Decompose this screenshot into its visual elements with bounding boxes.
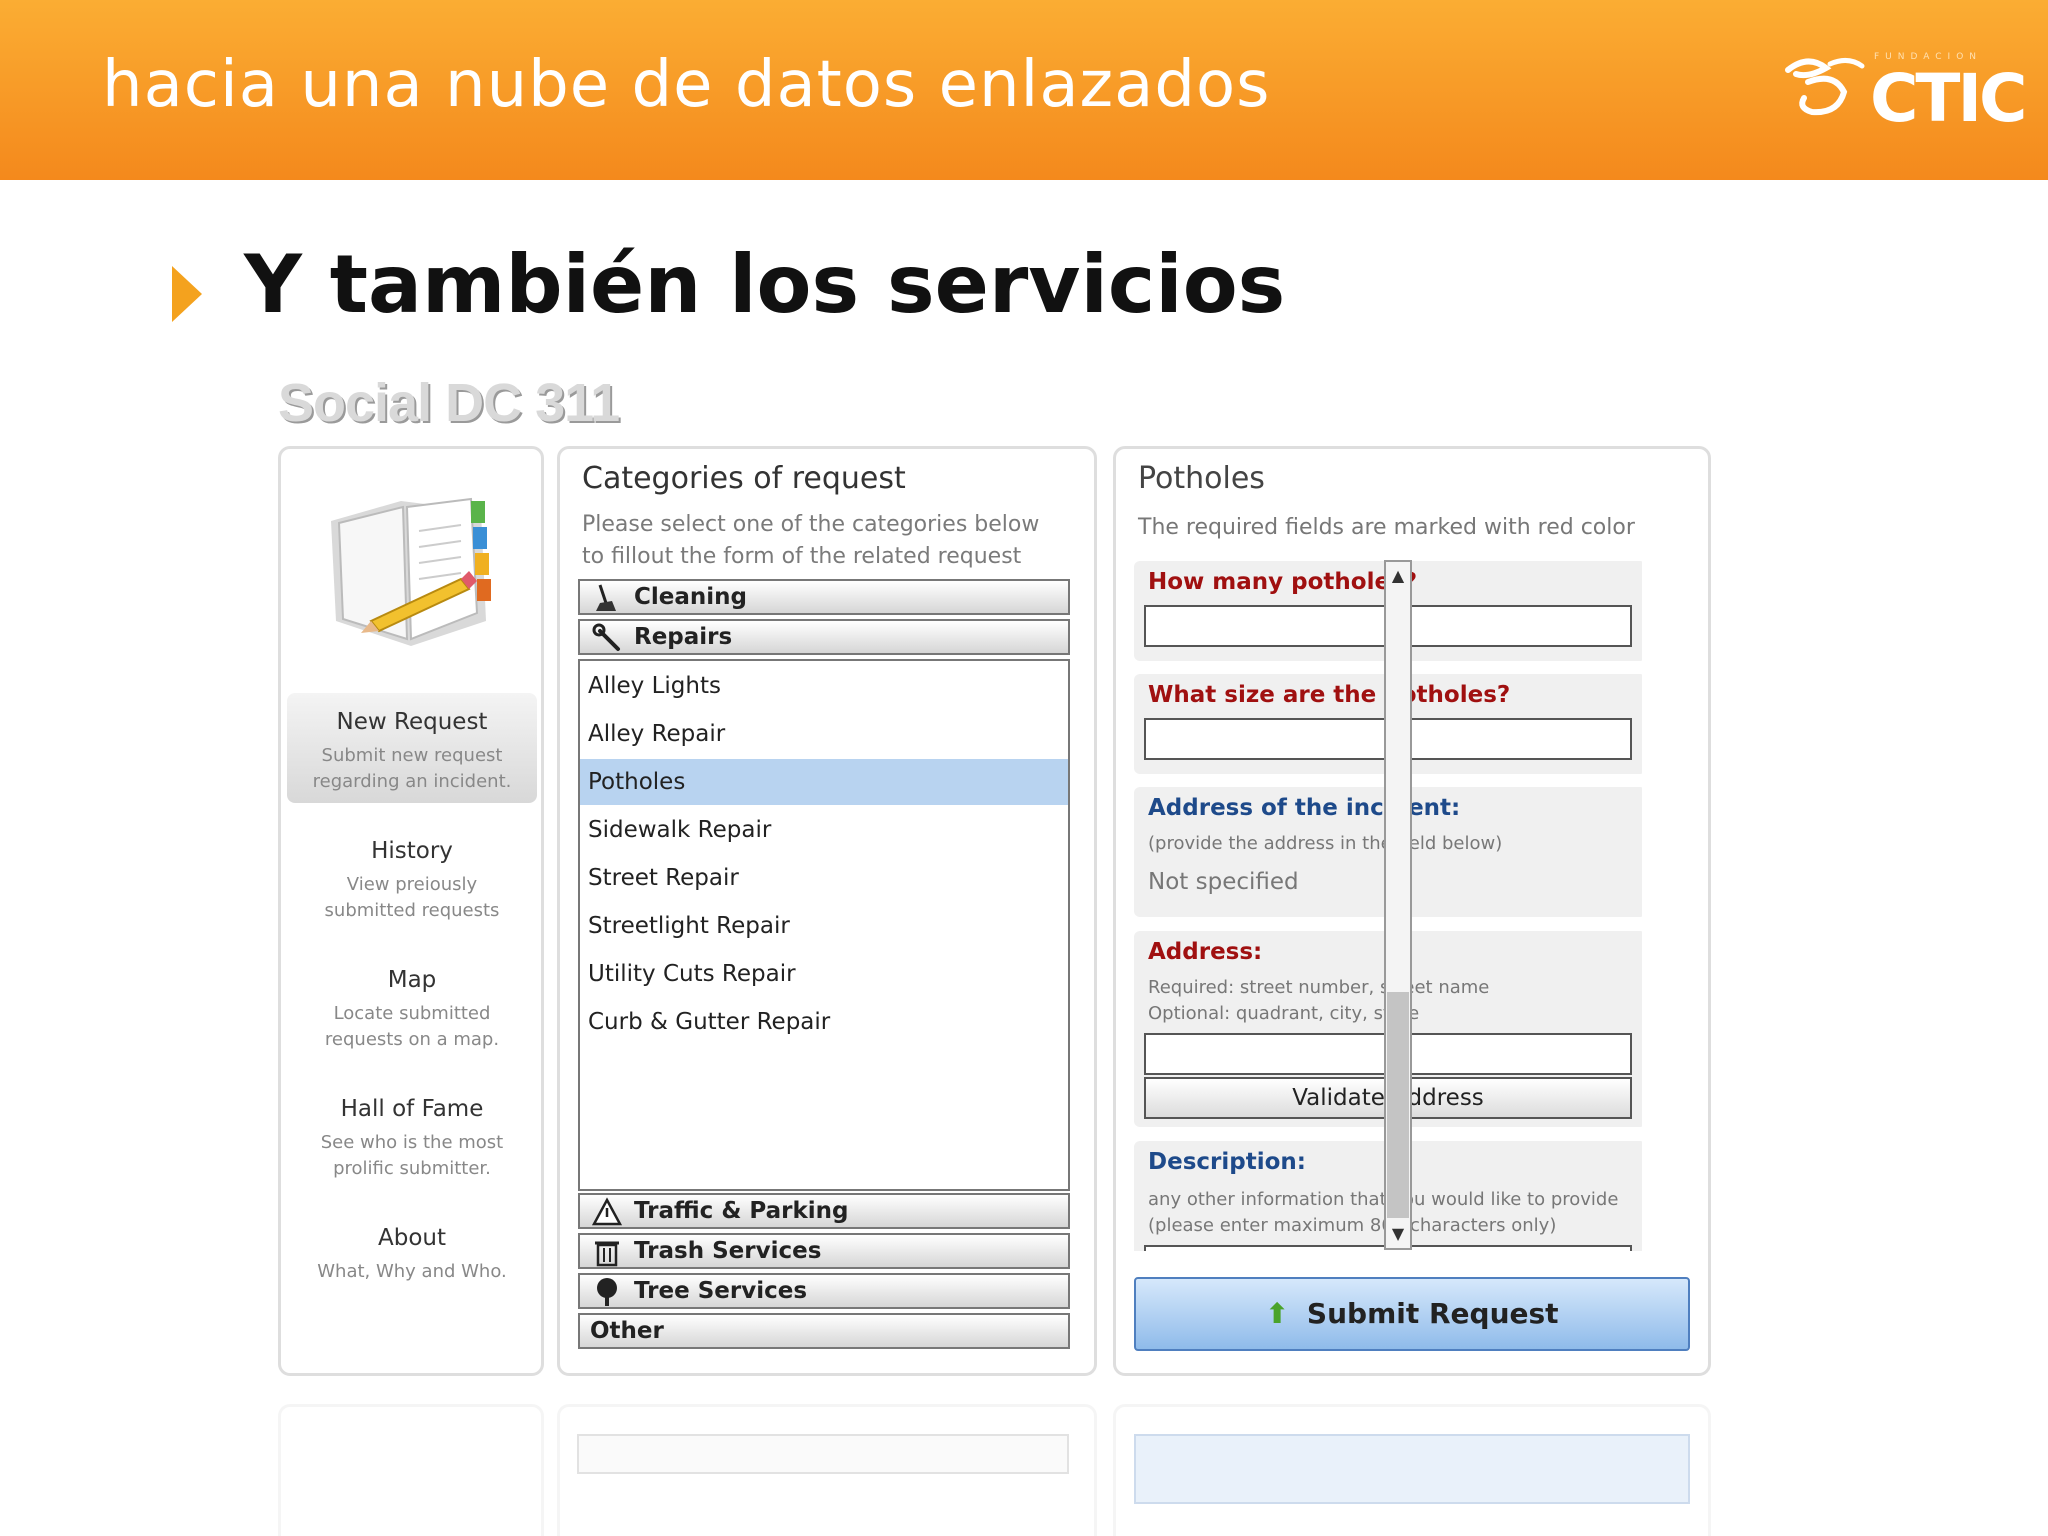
- social-dc-311-app: Social DC 311 New Request Submit new req…: [270, 370, 1720, 1536]
- slide-title: hacia una nube de datos enlazados: [102, 48, 1271, 122]
- field-label: Address of the incident:: [1148, 795, 1461, 821]
- form-title: Potholes: [1138, 461, 1265, 496]
- category-repairs[interactable]: Repairs: [578, 619, 1070, 655]
- nav-item-map[interactable]: Map Locate submitted requests on a map.: [287, 951, 537, 1061]
- field-hint: (provide the address in the field below): [1148, 833, 1503, 854]
- up-arrow-icon: ⬆: [1265, 1297, 1289, 1330]
- title-banner: hacia una nube de datos enlazados FUNDAC…: [0, 0, 2048, 180]
- scroll-up-icon[interactable]: ▲: [1386, 562, 1410, 590]
- category-trash-services[interactable]: Trash Services: [578, 1233, 1070, 1269]
- category-other[interactable]: Other: [578, 1313, 1070, 1349]
- categories-panel: Categories of request Please select one …: [557, 446, 1097, 1376]
- nav-item-desc: Submit new request regarding an incident…: [312, 745, 512, 792]
- nav-item-title: Hall of Fame: [340, 1096, 484, 1122]
- ctic-logo: FUNDACION CTIC: [1778, 52, 2027, 137]
- list-item-alley-repair[interactable]: Alley Repair: [580, 711, 1068, 757]
- nav-item-new-request[interactable]: New Request Submit new request regarding…: [287, 693, 537, 803]
- field-hint: Optional: quadrant, city, state: [1148, 1003, 1420, 1024]
- repairs-list: Alley Lights Alley Repair Potholes Sidew…: [578, 659, 1070, 1191]
- scrollbar-thumb[interactable]: [1387, 992, 1409, 1218]
- traffic-sign-icon: [591, 1197, 623, 1227]
- wrench-icon: [592, 623, 622, 653]
- nav-item-title: About: [377, 1225, 446, 1251]
- nav-item-about[interactable]: About What, Why and Who.: [287, 1209, 537, 1299]
- nav-item-title: History: [371, 838, 453, 864]
- field-label: What size are the potholes?: [1148, 682, 1511, 708]
- nav-item-title: New Request: [336, 709, 488, 735]
- panel-reflection: [0, 1404, 2048, 1536]
- notebook-pencil-icon: [311, 471, 511, 671]
- field-label: How many potholes?: [1148, 569, 1418, 595]
- list-item-potholes[interactable]: Potholes: [580, 759, 1068, 805]
- request-form-panel: Potholes The required fields are marked …: [1113, 446, 1711, 1376]
- category-label: Traffic & Parking: [634, 1198, 849, 1224]
- category-label: Repairs: [634, 624, 733, 650]
- bullet-arrow-icon: [172, 266, 202, 322]
- tree-icon: [592, 1277, 622, 1307]
- trash-can-icon: [592, 1237, 622, 1267]
- category-label: Cleaning: [634, 584, 747, 610]
- field-label: Description:: [1148, 1149, 1306, 1175]
- category-label: Other: [590, 1318, 664, 1344]
- nav-item-hall-of-fame[interactable]: Hall of Fame See who is the most prolifi…: [287, 1080, 537, 1190]
- nav-item-title: Map: [387, 967, 437, 993]
- incident-address-value: Not specified: [1148, 869, 1299, 895]
- field-label: Address:: [1148, 939, 1263, 965]
- nav-item-desc: What, Why and Who.: [317, 1261, 507, 1282]
- category-cleaning[interactable]: Cleaning: [578, 579, 1070, 615]
- category-label: Tree Services: [634, 1278, 808, 1304]
- nav-item-desc: Locate submitted requests on a map.: [324, 1003, 500, 1050]
- categories-subtitle: Please select one of the categories belo…: [582, 512, 1040, 569]
- category-label: Trash Services: [634, 1238, 822, 1264]
- slide-heading: Y también los servicios: [244, 238, 1286, 331]
- broom-icon: [592, 583, 622, 613]
- ctic-swirl-icon: [1785, 58, 1865, 116]
- nav-item-history[interactable]: History View preiously submitted request…: [287, 822, 537, 932]
- logo-text: CTIC: [1870, 60, 2027, 137]
- list-item-sidewalk-repair[interactable]: Sidewalk Repair: [580, 807, 1068, 853]
- submit-label: Submit Request: [1306, 1297, 1559, 1330]
- list-item-curb-gutter-repair[interactable]: Curb & Gutter Repair: [580, 999, 1068, 1045]
- list-item-alley-lights[interactable]: Alley Lights: [580, 663, 1068, 709]
- nav-item-desc: View preiously submitted requests: [324, 874, 500, 921]
- field-hint: (please enter maximum 800 characters onl…: [1148, 1215, 1557, 1236]
- form-subtitle: The required fields are marked with red …: [1138, 515, 1635, 540]
- scroll-down-icon[interactable]: ▼: [1386, 1220, 1410, 1248]
- category-tree-services[interactable]: Tree Services: [578, 1273, 1070, 1309]
- category-traffic-parking[interactable]: Traffic & Parking: [578, 1193, 1070, 1229]
- nav-panel: New Request Submit new request regarding…: [278, 446, 544, 1376]
- form-scrollbar[interactable]: ▲ ▼: [1384, 560, 1412, 1250]
- categories-title: Categories of request: [582, 461, 906, 496]
- list-item-street-repair[interactable]: Street Repair: [580, 855, 1068, 901]
- nav-item-desc: See who is the most prolific submitter.: [320, 1132, 504, 1179]
- field-hint: Required: street number, street name: [1148, 977, 1490, 998]
- app-logo: Social DC 311: [278, 373, 620, 433]
- list-item-streetlight-repair[interactable]: Streetlight Repair: [580, 903, 1068, 949]
- submit-request-button[interactable]: ⬆ Submit Request: [1134, 1277, 1690, 1351]
- list-item-utility-cuts-repair[interactable]: Utility Cuts Repair: [580, 951, 1068, 997]
